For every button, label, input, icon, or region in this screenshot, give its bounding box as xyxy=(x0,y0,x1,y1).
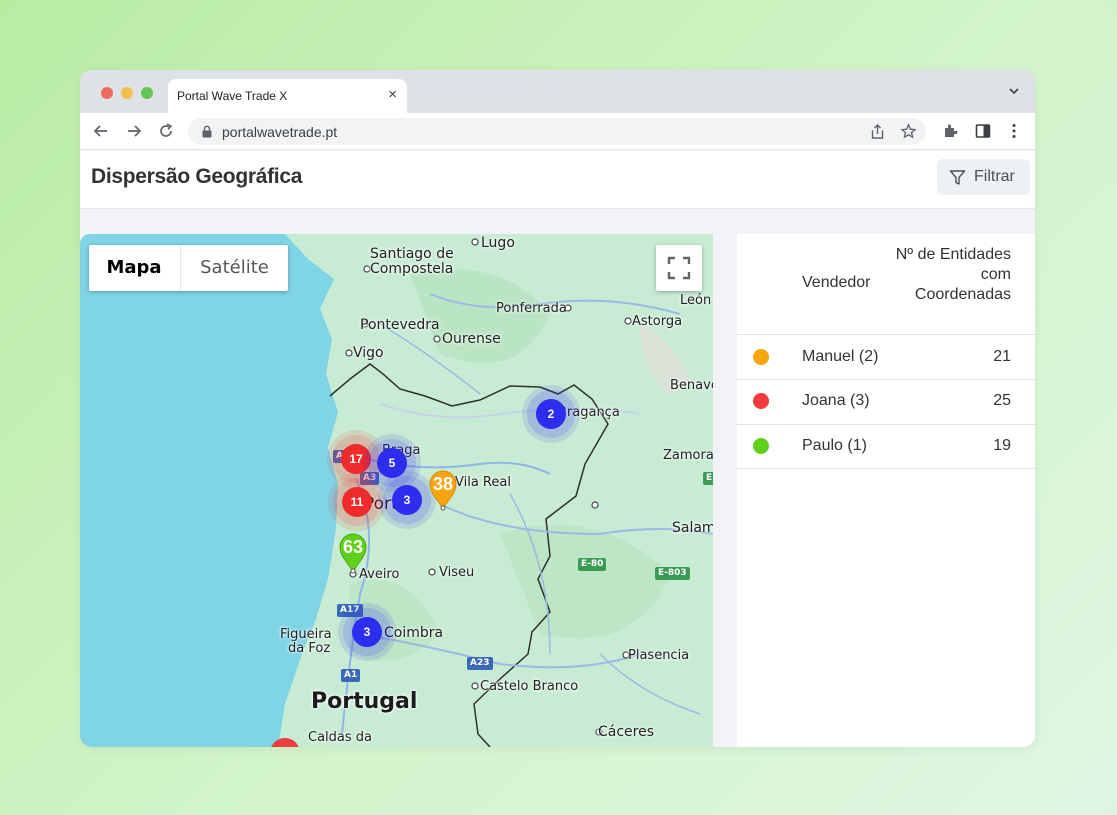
lock-icon xyxy=(202,125,212,138)
map[interactable]: Lugo Santiago de Compostela Ponferrada L… xyxy=(80,234,713,747)
place-label: Salam xyxy=(672,520,713,536)
address-bar[interactable]: portalwavetrade.pt xyxy=(188,118,926,145)
location-marker[interactable]: 38 xyxy=(428,469,458,511)
place-label: Ponferrada xyxy=(496,301,567,316)
cluster-count: 11 xyxy=(342,487,372,517)
page-title: Dispersão Geográfica xyxy=(91,165,303,188)
vendor-name: Manuel (2) xyxy=(802,348,879,365)
extensions-icon[interactable] xyxy=(942,122,960,140)
page-header: Dispersão Geográfica Filtrar xyxy=(80,151,1035,209)
place-label: Benave xyxy=(670,378,713,393)
tab-strip: Portal Wave Trade X × xyxy=(80,70,1035,113)
place-label: Compostela xyxy=(370,261,454,277)
location-marker[interactable]: 63 xyxy=(338,532,368,574)
maximize-window-button[interactable] xyxy=(141,87,153,99)
vendor-color-dot xyxy=(753,438,769,454)
url-text: portalwavetrade.pt xyxy=(222,124,338,140)
map-type-map-button[interactable]: Mapa xyxy=(89,245,179,291)
place-label: Ourense xyxy=(442,331,501,347)
place-label: Cáceres xyxy=(598,724,655,740)
place-label: Castelo Branco xyxy=(480,679,579,694)
entity-count: 19 xyxy=(993,437,1011,454)
place-label: Vila Real xyxy=(455,475,511,490)
place-label: Zamora xyxy=(663,448,713,463)
place-label: Viseu xyxy=(439,565,475,580)
table-row: Manuel (2) 21 xyxy=(737,335,1035,379)
close-window-button[interactable] xyxy=(101,87,113,99)
country-label: Portugal xyxy=(311,689,418,714)
place-label: Coimbra xyxy=(384,625,444,641)
share-icon[interactable] xyxy=(869,123,886,140)
cluster-count: 3 xyxy=(352,617,382,647)
map-type-satellite-button[interactable]: Satélite xyxy=(180,245,288,291)
road-label: A1 xyxy=(341,669,361,682)
filter-button[interactable]: Filtrar xyxy=(937,159,1030,195)
road-label: E xyxy=(703,472,713,485)
place-label: Vigo xyxy=(353,345,384,361)
cluster-marker[interactable]: 3 xyxy=(343,608,391,656)
browser-window: Portal Wave Trade X × portalwavetrade.pt xyxy=(80,70,1035,747)
road-label: E-80 xyxy=(578,558,607,571)
fullscreen-button[interactable] xyxy=(656,245,702,291)
place-label: Plasencia xyxy=(628,648,690,663)
cluster-count: 17 xyxy=(341,444,371,474)
map-type-control: Mapa Satélite xyxy=(89,245,288,291)
minimize-window-button[interactable] xyxy=(121,87,133,99)
tab-close-icon[interactable]: × xyxy=(388,86,397,103)
cluster-marker[interactable]: 11 xyxy=(333,478,381,526)
cluster-count: 2 xyxy=(536,399,566,429)
place-label: León xyxy=(680,293,712,308)
back-icon[interactable] xyxy=(92,122,110,140)
place-label: Pontevedra xyxy=(360,317,440,333)
column-header-count: Nº de Entidades com Coordenadas xyxy=(895,246,1011,303)
road-label: A23 xyxy=(467,657,493,670)
cluster-count: 3 xyxy=(392,485,422,515)
reload-icon[interactable] xyxy=(157,122,175,140)
table-row: Paulo (1) 19 xyxy=(737,424,1035,468)
place-label: Caldas da xyxy=(308,730,372,745)
marker-count: 38 xyxy=(432,474,454,494)
cluster-count: 5 xyxy=(377,448,407,478)
vendor-name: Joana (3) xyxy=(802,392,870,409)
vendor-table: Vendedor Nº de Entidades com Coordenadas… xyxy=(737,234,1035,747)
marker-count: 63 xyxy=(342,537,364,557)
vendor-color-dot xyxy=(753,349,769,365)
side-panel-icon[interactable] xyxy=(974,122,992,140)
road-label: E-803 xyxy=(655,567,690,580)
place-label: Santiago de xyxy=(370,246,454,262)
place-label: da Foz xyxy=(288,641,331,656)
table-row: Joana (3) 25 xyxy=(737,379,1035,423)
cluster-marker[interactable]: 3 xyxy=(383,476,431,524)
place-label: Lugo xyxy=(481,235,515,251)
divider xyxy=(737,468,1035,469)
star-icon[interactable] xyxy=(900,123,917,140)
browser-tab[interactable]: Portal Wave Trade X × xyxy=(168,79,407,113)
filter-label: Filtrar xyxy=(974,168,1015,185)
more-menu-icon[interactable] xyxy=(1005,122,1023,140)
tab-title: Portal Wave Trade X xyxy=(177,89,288,103)
vendor-name: Paulo (1) xyxy=(802,437,867,454)
vendor-color-dot xyxy=(753,393,769,409)
entity-count: 25 xyxy=(993,392,1011,409)
filter-icon xyxy=(949,170,966,185)
column-header-vendor: Vendedor xyxy=(802,274,871,291)
cluster-marker[interactable]: 2 xyxy=(527,390,575,438)
place-label: Astorga xyxy=(632,314,683,329)
chevron-down-icon[interactable] xyxy=(1007,84,1021,98)
entity-count: 21 xyxy=(993,348,1011,365)
browser-toolbar: portalwavetrade.pt xyxy=(80,113,1035,150)
fullscreen-icon xyxy=(667,256,691,280)
place-label: Figueira xyxy=(280,627,332,642)
forward-icon[interactable] xyxy=(125,122,143,140)
